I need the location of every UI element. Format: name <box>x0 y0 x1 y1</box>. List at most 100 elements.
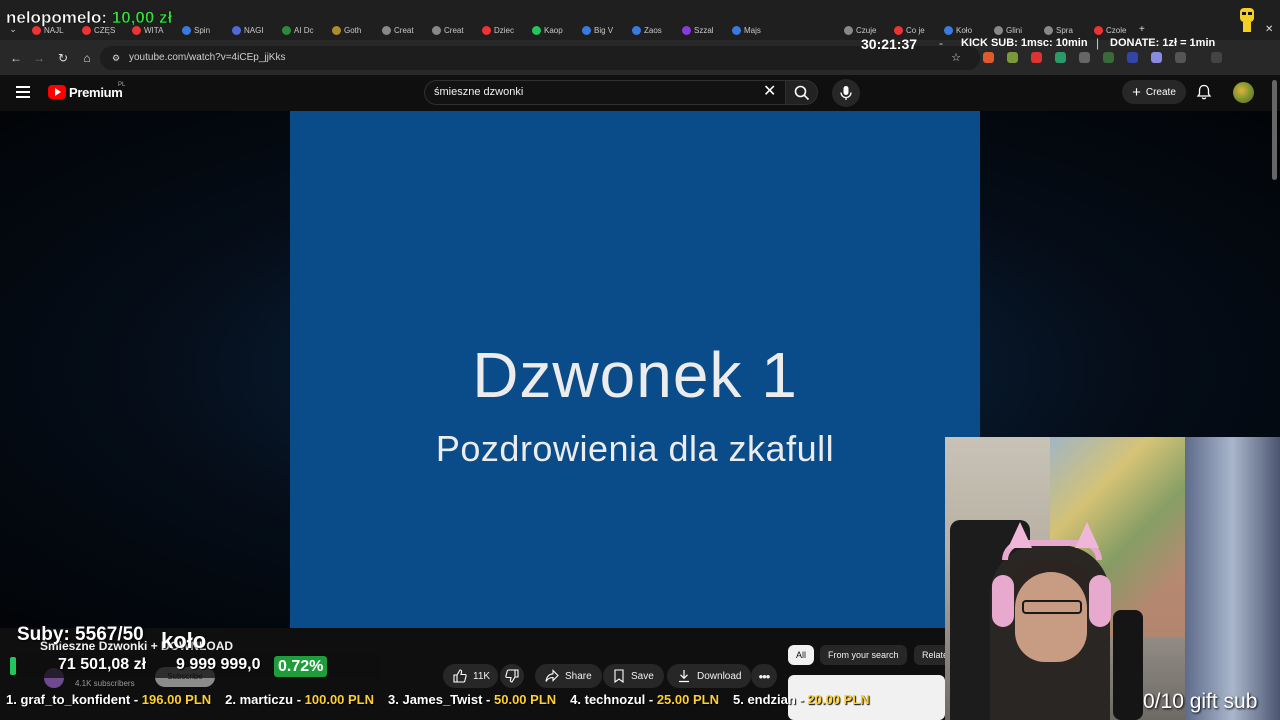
youtube-logo-icon[interactable] <box>48 85 66 99</box>
search-button[interactable] <box>786 80 818 105</box>
tab-favicon-icon <box>282 25 291 35</box>
share-button[interactable]: Share <box>535 664 602 688</box>
tab-favicon-icon <box>944 25 953 35</box>
browser-tab[interactable]: Koło <box>940 22 990 38</box>
browser-tab[interactable]: Szzal <box>678 22 728 38</box>
top-donors-ticker: 1. graf_to_konfident - 196.00 PLN 2. mart… <box>0 692 945 714</box>
webcam-glasses <box>1022 600 1082 614</box>
download-button[interactable]: Download <box>667 664 752 688</box>
extension-icon[interactable] <box>1151 52 1162 63</box>
bookmark-icon <box>614 669 624 683</box>
subathon-timer: 30:21:37 <box>861 36 918 52</box>
browser-tab[interactable]: Goth <box>328 22 378 38</box>
site-info-icon[interactable]: ⚙ <box>108 50 124 66</box>
video-caption-title: Dzwonek 1 <box>472 339 798 411</box>
browser-tab[interactable]: Spin <box>178 22 228 38</box>
gift-sub-counter: 0/10 gift sub <box>1143 690 1258 713</box>
donor-ticker-amount: 196.00 PLN <box>141 692 212 707</box>
tab-favicon-icon <box>532 25 541 35</box>
donation-percent: 0.72% <box>274 656 328 677</box>
tab-label: Creat <box>394 25 414 35</box>
cat-ear-right <box>1075 522 1099 548</box>
clear-search-icon[interactable]: ✕ <box>763 84 776 100</box>
extension-icon[interactable] <box>1079 52 1090 63</box>
browser-tab[interactable]: Kaop <box>528 22 578 38</box>
browser-tab[interactable]: Glini <box>990 22 1040 38</box>
video-caption-subtitle: Pozdrowienia dla zkafull <box>435 428 835 469</box>
plus-icon: + <box>1132 83 1141 101</box>
chip-all[interactable]: All <box>788 645 815 665</box>
donor-ticker-name: 4. technozul - <box>570 692 657 707</box>
save-label: Save <box>631 670 654 682</box>
browser-tab[interactable]: NAGI <box>228 22 278 38</box>
headset-cup-right <box>1089 575 1111 627</box>
extension-icon[interactable] <box>1103 52 1114 63</box>
tab-favicon-icon <box>682 25 691 35</box>
download-icon <box>679 670 689 683</box>
tab-label: Zaos <box>644 25 662 35</box>
subs-goal-overlay: Suby: 5567/50 <box>17 624 144 645</box>
subscriber-count: 4.1K subscribers <box>75 679 135 688</box>
browser-tab[interactable]: Spra <box>1040 22 1090 38</box>
tab-label: Kaop <box>544 25 563 35</box>
extension-icon[interactable] <box>1007 52 1018 63</box>
share-icon <box>545 669 559 682</box>
chip-from-your-search[interactable]: From your search <box>820 645 907 665</box>
extensions-puzzle-icon[interactable] <box>1175 52 1186 63</box>
webcam-door <box>1185 437 1280 720</box>
search-icon <box>794 85 810 101</box>
thumbs-down-icon <box>505 669 519 683</box>
donor-ticker-name: 3. James_Twist - <box>388 692 494 707</box>
tab-favicon-icon <box>182 25 191 35</box>
donor-ticker-name: 2. marticzu - <box>225 692 305 707</box>
tab-label: Co je <box>906 25 925 35</box>
youtube-brand[interactable]: Premium <box>69 85 123 100</box>
extension-icon[interactable] <box>1031 52 1042 63</box>
reload-icon[interactable]: ↻ <box>55 50 71 66</box>
notifications-bell-icon[interactable] <box>1196 84 1212 100</box>
search-query[interactable]: śmieszne dzwonki <box>434 86 523 98</box>
new-tab-icon[interactable]: + <box>1139 24 1145 35</box>
save-button[interactable]: Save <box>603 664 664 688</box>
tab-label: Glini <box>1006 25 1023 35</box>
url-text[interactable]: youtube.com/watch?v=4iCEp_jjKks <box>129 52 285 63</box>
create-label: Create <box>1145 86 1176 98</box>
cat-ear-left <box>1008 522 1032 548</box>
donate-rate: DONATE: 1zł = 1min <box>1110 37 1216 49</box>
tab-label: Szzal <box>694 25 714 35</box>
donor-amount: 10,00 zł <box>111 8 173 27</box>
browser-tab[interactable]: Creat <box>378 22 428 38</box>
page-scrollbar[interactable] <box>1272 80 1277 180</box>
browser-tab[interactable]: Creat <box>428 22 478 38</box>
create-button[interactable]: + Create <box>1122 80 1186 104</box>
more-actions-button[interactable]: ••• <box>751 664 777 688</box>
tab-favicon-icon <box>994 25 1003 35</box>
headset-cup-left <box>992 575 1014 627</box>
forward-icon[interactable]: → <box>31 50 47 66</box>
bookmark-star-icon[interactable]: ☆ <box>948 50 964 66</box>
home-icon[interactable]: ⌂ <box>79 50 95 66</box>
hamburger-menu-icon[interactable] <box>16 86 30 98</box>
mascot-icon <box>1240 8 1254 32</box>
last-donation-overlay: nelopomelo: 10,00 zł <box>6 8 173 28</box>
extension-icon[interactable] <box>1127 52 1138 63</box>
donation-goal: 9 999 999,0 <box>176 656 261 673</box>
tab-label: Koło <box>956 25 973 35</box>
extension-icon[interactable] <box>1055 52 1066 63</box>
account-avatar[interactable] <box>1233 82 1254 103</box>
tab-label: Czole <box>1106 25 1127 35</box>
like-button[interactable]: 11K <box>443 664 498 688</box>
browser-tab[interactable]: Big V <box>578 22 628 38</box>
dislike-button[interactable] <box>500 664 524 688</box>
browser-tab[interactable]: Zaos <box>628 22 678 38</box>
browser-tab[interactable]: AI Dc <box>278 22 328 38</box>
menu-icon[interactable] <box>1211 52 1222 63</box>
browser-tab[interactable]: Majs <box>728 22 778 38</box>
extension-icon[interactable] <box>983 52 994 63</box>
tab-label: AI Dc <box>294 25 314 35</box>
tab-favicon-icon <box>732 25 741 35</box>
voice-search-button[interactable] <box>832 79 860 107</box>
back-icon[interactable]: ← <box>8 50 24 66</box>
close-window-icon[interactable]: ✕ <box>1265 24 1273 35</box>
browser-tab[interactable]: Dziec <box>478 22 528 38</box>
